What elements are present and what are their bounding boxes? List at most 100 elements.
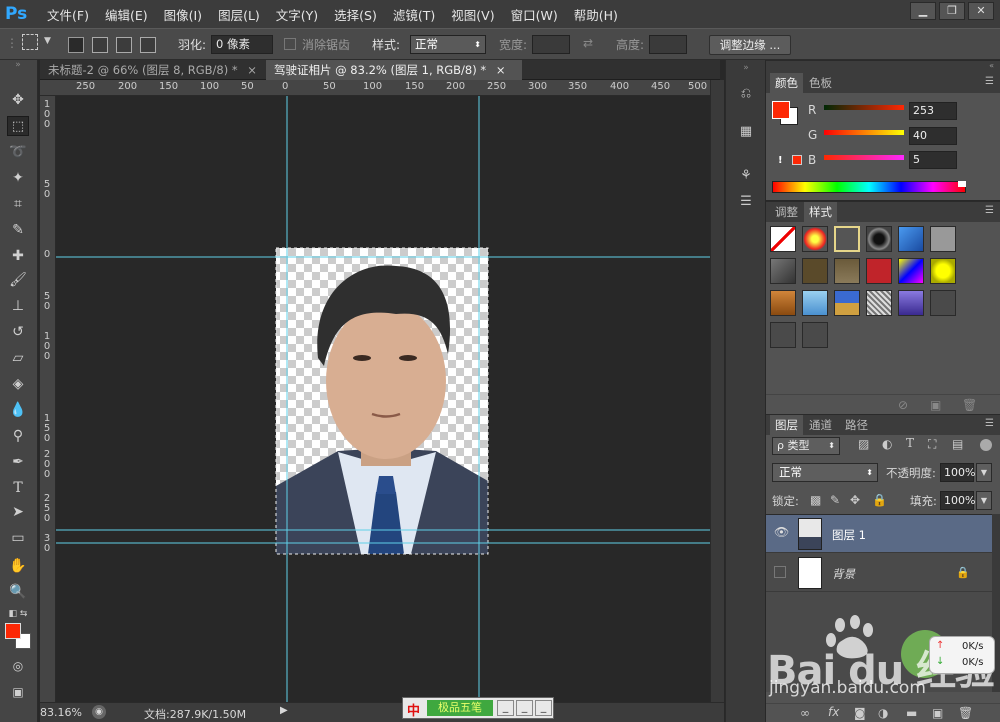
eraser-tool-icon[interactable]: ▱ xyxy=(7,348,29,368)
vertical-scrollbar[interactable] xyxy=(710,80,724,702)
screen-mode-icon[interactable]: ▣ xyxy=(7,682,29,702)
brush-tool-icon[interactable]: 🖌 xyxy=(7,270,29,290)
menu-type[interactable]: 文字(Y) xyxy=(276,5,318,24)
menu-help[interactable]: 帮助(H) xyxy=(574,5,618,24)
style-swatch[interactable] xyxy=(898,258,924,284)
link-icon[interactable]: ∞ xyxy=(800,706,810,720)
height-input[interactable] xyxy=(649,35,687,54)
ime-button[interactable]: _ xyxy=(535,700,552,716)
status-arrow-icon[interactable]: ▶ xyxy=(280,705,288,716)
brush-panel-icon[interactable]: ⚘ xyxy=(736,168,756,188)
lock-position-icon[interactable]: ✥ xyxy=(850,493,860,507)
filter-adjustment-icon[interactable]: ◐ xyxy=(882,437,892,451)
style-swatch[interactable] xyxy=(866,290,892,316)
lasso-tool-icon[interactable]: ➰ xyxy=(7,142,29,162)
menu-filter[interactable]: 滤镜(T) xyxy=(393,5,435,24)
fill-input[interactable]: 100% xyxy=(940,491,975,510)
healing-brush-tool-icon[interactable]: ✚ xyxy=(7,246,29,266)
channel-b-slider[interactable] xyxy=(824,155,904,160)
tab-paths[interactable]: 路径 xyxy=(840,415,873,435)
blend-mode-select[interactable]: 正常 ⬍ xyxy=(772,463,878,482)
lock-transparent-icon[interactable]: ▩ xyxy=(810,493,821,507)
tab-layers[interactable]: 图层 xyxy=(770,415,803,435)
trash-icon[interactable]: 🗑 xyxy=(962,398,977,412)
opacity-input[interactable]: 100% xyxy=(940,463,975,482)
collapse-icon[interactable]: » xyxy=(736,63,756,83)
style-swatch[interactable] xyxy=(834,290,860,316)
close-window-button[interactable]: ✕ xyxy=(968,2,994,20)
style-swatch-selected[interactable] xyxy=(834,226,860,252)
channel-g-slider[interactable] xyxy=(824,130,904,135)
style-swatch[interactable] xyxy=(898,226,924,252)
layer-name[interactable]: 图层 1 xyxy=(832,527,866,543)
move-tool-icon[interactable]: ✥ xyxy=(7,90,29,110)
new-selection-icon[interactable] xyxy=(68,37,84,53)
chevron-down-icon[interactable]: ▼ xyxy=(44,36,51,46)
new-layer-icon[interactable]: ▣ xyxy=(932,706,943,720)
color-spectrum-bar[interactable] xyxy=(772,181,966,193)
eyedropper-tool-icon[interactable]: ✎ xyxy=(7,220,29,240)
pen-tool-icon[interactable]: ✒ xyxy=(7,452,29,472)
history-panel-icon[interactable]: ⎌ xyxy=(736,86,756,106)
visibility-off-icon[interactable] xyxy=(774,566,786,578)
fg-color-chip[interactable] xyxy=(772,101,790,119)
menu-window[interactable]: 窗口(W) xyxy=(511,5,558,24)
layer-name[interactable]: 背景 xyxy=(832,566,855,582)
style-swatch[interactable] xyxy=(866,258,892,284)
spectrum-white[interactable] xyxy=(958,181,966,187)
channel-r-slider[interactable] xyxy=(824,105,904,110)
clone-stamp-tool-icon[interactable]: ⊥ xyxy=(7,296,29,316)
style-swatch[interactable] xyxy=(898,290,924,316)
style-swatch[interactable] xyxy=(930,226,956,252)
swap-icon[interactable]: ⇄ xyxy=(583,36,593,50)
style-swatch[interactable] xyxy=(866,226,892,252)
width-input[interactable] xyxy=(532,35,570,54)
menu-layer[interactable]: 图层(L) xyxy=(218,5,260,24)
lock-all-icon[interactable]: 🔒 xyxy=(872,493,887,507)
tab-color[interactable]: 颜色 xyxy=(770,73,803,93)
style-swatch[interactable] xyxy=(930,290,956,316)
feather-input[interactable]: 0 像素 xyxy=(211,35,273,54)
menu-view[interactable]: 视图(V) xyxy=(451,5,494,24)
document-canvas[interactable] xyxy=(56,96,710,702)
filter-type-icon[interactable]: T xyxy=(906,436,914,450)
layer-row-1[interactable]: 👁 图层 1 xyxy=(766,515,992,553)
opacity-dropdown-icon[interactable]: ▼ xyxy=(976,463,992,482)
reset-colors-icon[interactable]: ◧ ⇆ xyxy=(7,604,29,624)
tab-license-photo[interactable]: 驾驶证相片 @ 83.2% (图层 1, RGB/8) * × xyxy=(266,60,522,80)
style-select[interactable]: 正常 ⬍ xyxy=(410,35,486,54)
quick-mask-icon[interactable]: ◎ xyxy=(7,656,29,676)
style-swatch[interactable] xyxy=(802,226,828,252)
style-swatch[interactable] xyxy=(834,258,860,284)
ime-toolbar[interactable]: 中 极品五笔 _ _ _ xyxy=(402,697,554,719)
netspeed-widget[interactable]: ↑ ↓ 0K/s 0K/s xyxy=(929,636,995,674)
path-selection-tool-icon[interactable]: ➤ xyxy=(7,502,29,522)
close-icon[interactable]: × xyxy=(247,63,257,77)
menu-select[interactable]: 选择(S) xyxy=(334,5,377,24)
mask-icon[interactable]: ◙ xyxy=(854,706,866,720)
adjustment-icon[interactable]: ◑ xyxy=(878,706,888,720)
style-none-swatch[interactable] xyxy=(770,226,796,252)
foreground-color-swatch[interactable] xyxy=(5,623,21,639)
zoom-tool-icon[interactable]: 🔍 xyxy=(7,582,29,602)
channel-g-input[interactable]: 40 xyxy=(909,127,957,145)
dodge-tool-icon[interactable]: ⚲ xyxy=(7,426,29,446)
rectangle-tool-icon[interactable]: ▭ xyxy=(7,528,29,548)
marquee-tool-icon[interactable]: ⬚ xyxy=(7,116,29,136)
antialias-checkbox[interactable] xyxy=(284,38,296,50)
filter-shape-icon[interactable]: ⛶ xyxy=(928,437,936,452)
tab-swatches[interactable]: 色板 xyxy=(804,73,837,93)
ime-mode-badge[interactable]: 中 xyxy=(407,700,420,719)
ime-button[interactable]: _ xyxy=(497,700,514,716)
crop-tool-icon[interactable]: ⌗ xyxy=(7,194,29,214)
paint-bucket-tool-icon[interactable]: ◈ xyxy=(7,374,29,394)
tab-styles[interactable]: 样式 xyxy=(804,202,837,222)
panel-menu-icon[interactable]: ☰ xyxy=(985,418,994,429)
lock-pixels-icon[interactable]: ✎ xyxy=(830,493,840,507)
fill-dropdown-icon[interactable]: ▼ xyxy=(976,491,992,510)
zoom-level[interactable]: 83.16% xyxy=(40,706,82,719)
style-swatch[interactable] xyxy=(802,290,828,316)
tab-channels[interactable]: 通道 xyxy=(804,415,837,435)
folder-icon[interactable]: ▬ xyxy=(906,706,917,720)
menu-file[interactable]: 文件(F) xyxy=(47,5,89,24)
